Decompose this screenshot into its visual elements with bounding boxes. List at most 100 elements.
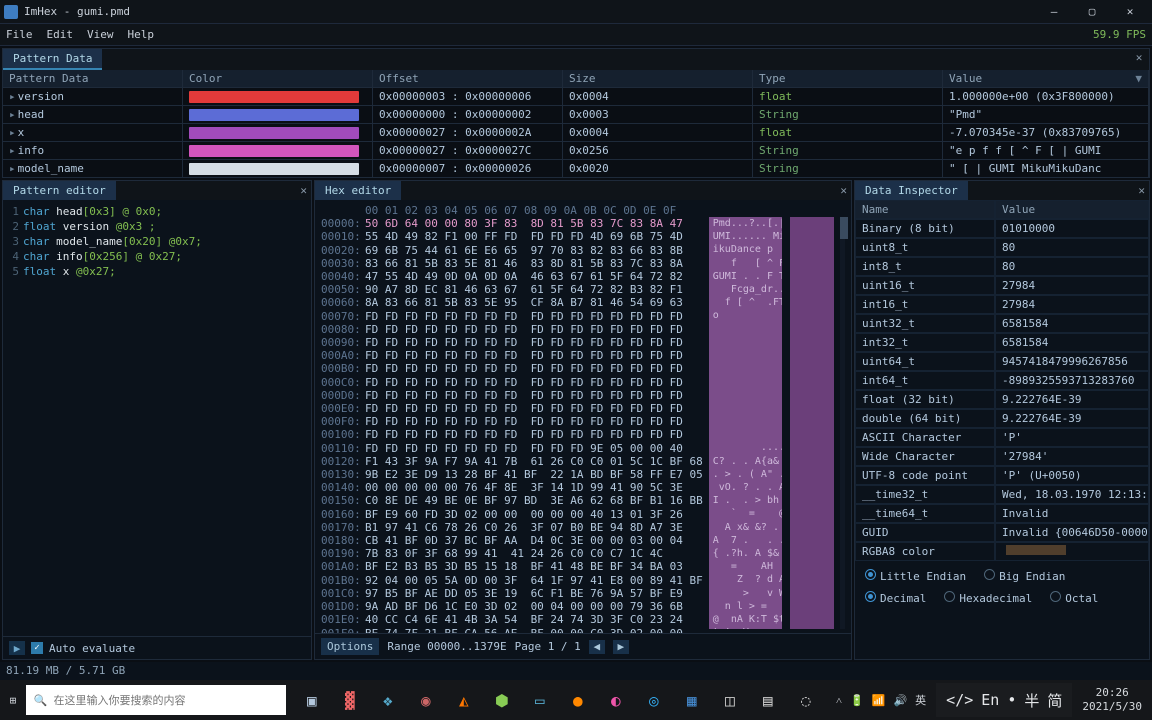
- data-inspector-close-icon[interactable]: ✕: [1138, 184, 1145, 197]
- col-type[interactable]: Type: [753, 70, 943, 87]
- taskbar-app-13[interactable]: ▤: [752, 684, 784, 716]
- radio-big-endian[interactable]: Big Endian: [984, 569, 1065, 583]
- run-button[interactable]: ▶: [9, 641, 25, 655]
- taskbar-app-4[interactable]: ◉: [410, 684, 442, 716]
- memory-usage: 81.19 MB / 5.71 GB: [6, 664, 125, 677]
- pattern-data-row[interactable]: ▸version0x00000003 : 0x000000060x0004flo…: [3, 87, 1149, 105]
- hex-page: Page 1 / 1: [515, 640, 581, 653]
- pattern-editor-panel: Pattern editor ✕ 1char head[0x3] @ 0x0;2…: [2, 180, 312, 660]
- radio-little-endian[interactable]: Little Endian: [865, 569, 966, 583]
- close-button[interactable]: ✕: [1112, 2, 1148, 22]
- ime-bar[interactable]: </> En • 半 简: [936, 683, 1072, 717]
- inspector-row[interactable]: int32_t6581584: [855, 333, 1149, 352]
- hex-editor-close-icon[interactable]: ✕: [840, 184, 847, 197]
- inspector-col-value: Value: [995, 200, 1149, 219]
- minimize-button[interactable]: —: [1036, 2, 1072, 22]
- menubar: File Edit View Help 59.9 FPS: [0, 24, 1152, 46]
- search-placeholder: 在这里输入你要搜索的内容: [54, 692, 186, 708]
- inspector-row[interactable]: int64_t-8989325593713283760: [855, 371, 1149, 390]
- menu-view[interactable]: View: [87, 28, 114, 41]
- taskbar-app-11[interactable]: ▦: [676, 684, 708, 716]
- col-offset[interactable]: Offset: [373, 70, 563, 87]
- inspector-row[interactable]: uint64_t9457418479996267856: [855, 352, 1149, 371]
- pattern-editor-tab[interactable]: Pattern editor: [3, 181, 116, 200]
- taskbar-app-3[interactable]: ❖: [372, 684, 404, 716]
- pattern-data-tab[interactable]: Pattern Data: [3, 49, 102, 70]
- ascii-column[interactable]: Pmd...?..[.|..G UMI...... MikuM ikuDance…: [709, 217, 782, 629]
- taskbar-app-9[interactable]: ◐: [600, 684, 632, 716]
- inspector-row[interactable]: __time32_tWed, 18.03.1970 12:13:04: [855, 485, 1149, 504]
- col-value[interactable]: Value▼: [943, 70, 1149, 87]
- pattern-data-close-icon[interactable]: ✕: [1133, 51, 1145, 64]
- ime-half: 半: [1024, 690, 1039, 711]
- clock-date: 2021/5/30: [1082, 700, 1142, 714]
- inspector-row[interactable]: ASCII Character'P': [855, 428, 1149, 447]
- taskbar-app-2[interactable]: ▓: [334, 684, 366, 716]
- radio-decimal[interactable]: Decimal: [865, 591, 926, 605]
- pattern-data-row[interactable]: ▸head0x00000000 : 0x000000020x0003String…: [3, 105, 1149, 123]
- page-prev-button[interactable]: ◀: [589, 640, 605, 654]
- col-size[interactable]: Size: [563, 70, 753, 87]
- inspector-row[interactable]: float (32 bit)9.222764E-39: [855, 390, 1149, 409]
- ime-dot: •: [1007, 691, 1016, 709]
- menu-help[interactable]: Help: [128, 28, 155, 41]
- pattern-data-header: Pattern Data Color Offset Size Type Valu…: [3, 70, 1149, 87]
- auto-evaluate-label: Auto evaluate: [49, 642, 135, 655]
- radio-hexadecimal[interactable]: Hexadecimal: [944, 591, 1032, 605]
- inspector-row[interactable]: uint8_t80: [855, 238, 1149, 257]
- statusbar: 81.19 MB / 5.71 GB: [0, 662, 1152, 680]
- hex-grid[interactable]: 00000:50 6D 64 00 00 80 3F 83 8D 81 5B 8…: [321, 217, 703, 633]
- taskbar-search[interactable]: 🔍 在这里输入你要搜索的内容: [26, 685, 286, 715]
- menu-file[interactable]: File: [6, 28, 33, 41]
- inspector-row[interactable]: int8_t80: [855, 257, 1149, 276]
- inspector-row[interactable]: uint16_t27984: [855, 276, 1149, 295]
- hex-scrollbar[interactable]: [840, 217, 845, 629]
- hex-editor-tab[interactable]: Hex editor: [315, 181, 401, 200]
- pattern-data-row[interactable]: ▸x0x00000027 : 0x0000002A0x0004float-7.0…: [3, 123, 1149, 141]
- search-icon: 🔍: [34, 694, 48, 707]
- inspector-row[interactable]: __time64_tInvalid: [855, 504, 1149, 523]
- maximize-button[interactable]: ▢: [1074, 2, 1110, 22]
- taskbar-clock[interactable]: 20:26 2021/5/30: [1076, 686, 1148, 714]
- data-inspector-tab[interactable]: Data Inspector: [855, 181, 968, 200]
- inspector-row[interactable]: uint32_t6581584: [855, 314, 1149, 333]
- pattern-data-row[interactable]: ▸model_name0x00000007 : 0x000000260x0020…: [3, 159, 1149, 177]
- system-tray[interactable]: ˄ 🔋 📶 🔊 英: [830, 692, 932, 708]
- pattern-data-row[interactable]: ▸info0x00000027 : 0x0000027C0x0256String…: [3, 141, 1149, 159]
- taskbar-app-5[interactable]: ◭: [448, 684, 480, 716]
- inspector-col-name: Name: [855, 200, 995, 219]
- taskbar-app-14[interactable]: ◌: [790, 684, 822, 716]
- scroll-thumb[interactable]: [840, 217, 848, 239]
- taskbar-app-8[interactable]: ●: [562, 684, 594, 716]
- tray-volume-icon[interactable]: 🔊: [893, 694, 907, 707]
- hex-range: Range 00000..1379E: [387, 640, 506, 653]
- menu-edit[interactable]: Edit: [47, 28, 74, 41]
- start-button[interactable]: ⊞: [4, 684, 22, 716]
- inspector-row[interactable]: GUIDInvalid {00646D50-0000-8: [855, 523, 1149, 542]
- tray-battery-icon[interactable]: 🔋: [850, 694, 864, 707]
- auto-evaluate-checkbox[interactable]: ✓: [31, 642, 43, 654]
- taskbar-app-1[interactable]: ▣: [296, 684, 328, 716]
- ime-simp: 简: [1047, 690, 1062, 711]
- page-next-button[interactable]: ▶: [613, 640, 629, 654]
- taskbar-app-7[interactable]: ▭: [524, 684, 556, 716]
- taskbar-app-10[interactable]: ◎: [638, 684, 670, 716]
- inspector-row[interactable]: Wide Character'27984': [855, 447, 1149, 466]
- taskbar-app-12[interactable]: ◫: [714, 684, 746, 716]
- tray-ime-icon[interactable]: 英: [915, 692, 926, 708]
- hex-options-button[interactable]: Options: [321, 638, 379, 655]
- inspector-row[interactable]: Binary (8 bit)01010000: [855, 219, 1149, 238]
- tray-up-icon[interactable]: ˄: [836, 694, 842, 707]
- inspector-row[interactable]: double (64 bit)9.222764E-39: [855, 409, 1149, 428]
- code-editor[interactable]: 1char head[0x3] @ 0x0;2float version @0x…: [3, 200, 311, 636]
- inspector-row[interactable]: RGBA8 color: [855, 542, 1149, 561]
- taskbar-app-6[interactable]: ⬢: [486, 684, 518, 716]
- radio-octal[interactable]: Octal: [1050, 591, 1098, 605]
- minimap[interactable]: [790, 217, 834, 629]
- col-color[interactable]: Color: [183, 70, 373, 87]
- col-pattern-data[interactable]: Pattern Data: [3, 70, 183, 87]
- pattern-editor-close-icon[interactable]: ✕: [300, 184, 307, 197]
- inspector-row[interactable]: UTF-8 code point'P' (U+0050): [855, 466, 1149, 485]
- tray-wifi-icon[interactable]: 📶: [872, 694, 886, 707]
- inspector-row[interactable]: int16_t27984: [855, 295, 1149, 314]
